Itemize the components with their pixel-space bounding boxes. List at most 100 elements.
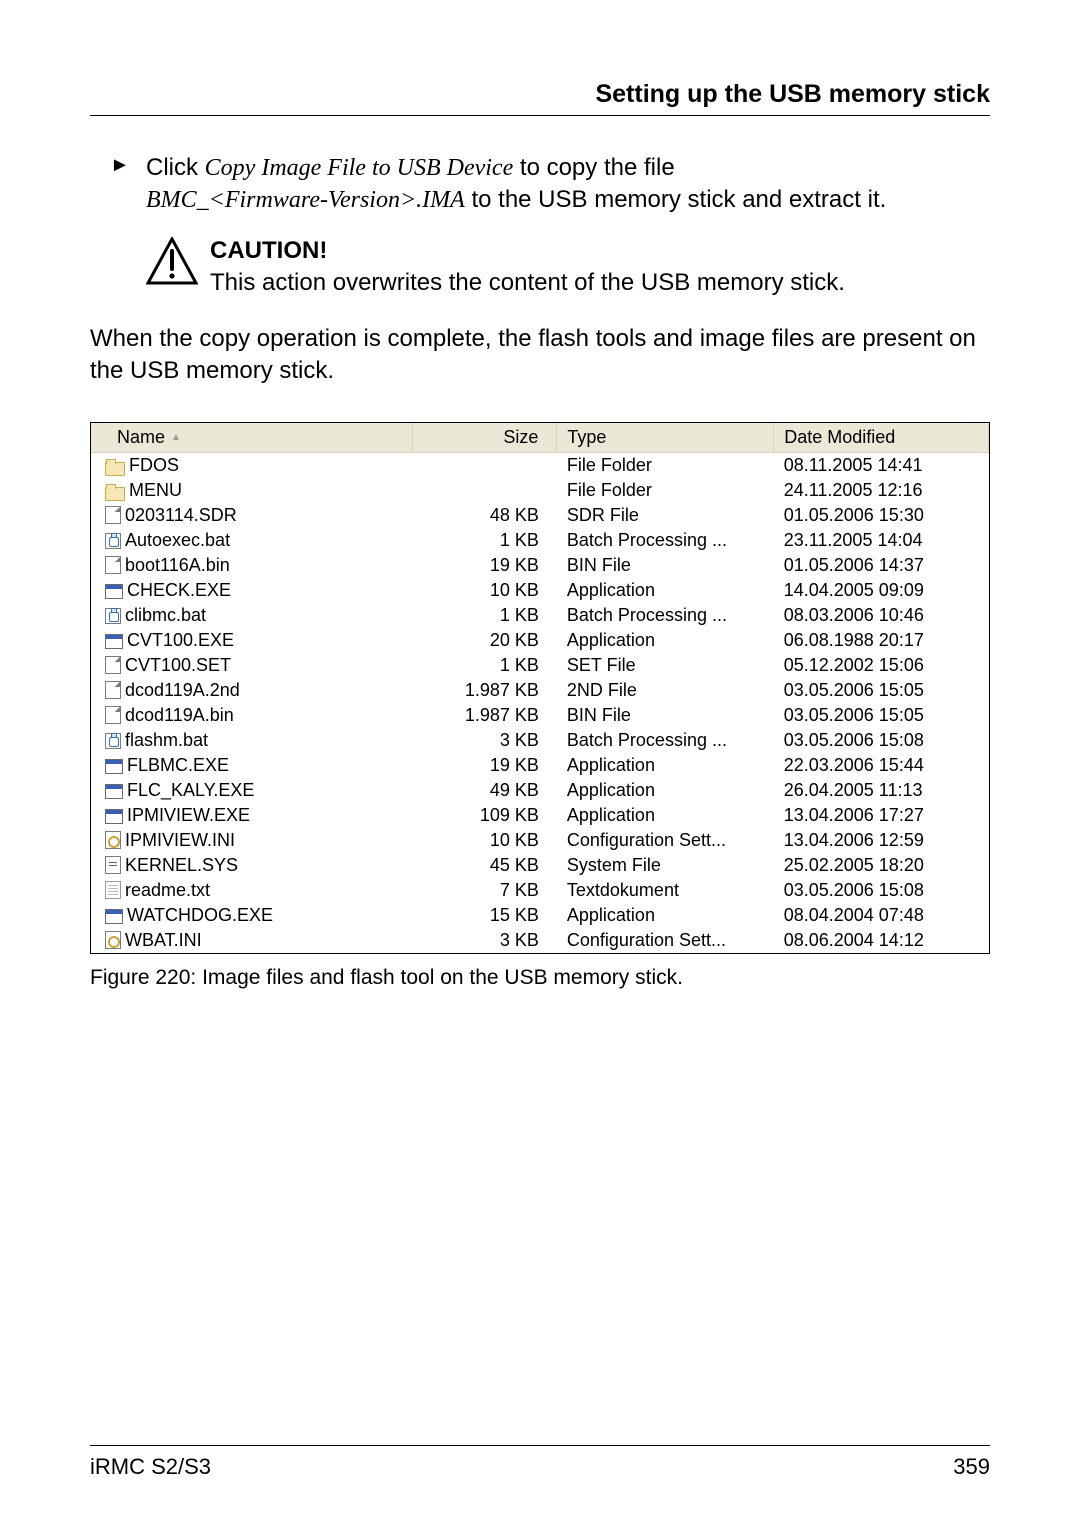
file-date-cell: 01.05.2006 15:30 [774, 503, 989, 528]
sys-icon [105, 856, 121, 874]
table-row[interactable]: boot116A.bin19 KBBIN File01.05.2006 14:3… [91, 553, 989, 578]
table-row[interactable]: FLBMC.EXE 19 KBApplication22.03.2006 15:4… [91, 753, 989, 778]
file-size-cell: 1 KB [413, 603, 557, 628]
file-name-cell[interactable]: 0203114.SDR [91, 503, 413, 528]
file-icon [105, 506, 121, 524]
file-size-cell: 1 KB [413, 528, 557, 553]
file-name-text: IPMIVIEW.INI [125, 830, 235, 850]
table-row[interactable]: CVT100.EXE20 KBApplication06.08.1988 20:… [91, 628, 989, 653]
file-name-cell[interactable]: clibmc.bat [91, 603, 413, 628]
table-row[interactable]: WBAT.INI3 KBConfiguration Sett...08.06.2… [91, 928, 989, 953]
table-row[interactable]: Autoexec.bat1 KBBatch Processing ...23.1… [91, 528, 989, 553]
file-name-text: MENU [129, 480, 182, 500]
file-date-cell: 23.11.2005 14:04 [774, 528, 989, 553]
file-name-cell[interactable]: boot116A.bin [91, 553, 413, 578]
table-row[interactable]: 0203114.SDR48 KBSDR File01.05.2006 15:30 [91, 503, 989, 528]
folder-icon [105, 462, 125, 476]
file-name-text: WBAT.INI [125, 930, 202, 950]
table-row[interactable]: WATCHDOG.EXE15 KBApplication08.04.2004 0… [91, 903, 989, 928]
file-date-cell: 08.06.2004 14:12 [774, 928, 989, 953]
table-row[interactable]: clibmc.bat1 KBBatch Processing ...08.03.… [91, 603, 989, 628]
footer-left: iRMC S2/S3 [90, 1454, 211, 1480]
file-name-cell[interactable]: IPMIVIEW.INI [91, 828, 413, 853]
file-date-cell: 22.03.2006 15:44 [774, 753, 989, 778]
table-row[interactable]: KERNEL.SYS45 KBSystem File25.02.2005 18:… [91, 853, 989, 878]
file-size-cell: 20 KB [413, 628, 557, 653]
file-icon [105, 706, 121, 724]
table-row[interactable]: CVT100.SET 1 KBSET File05.12.2002 15:06 [91, 653, 989, 678]
file-size-cell: 19 KB [413, 753, 557, 778]
file-name-text: IPMIVIEW.EXE [127, 805, 250, 825]
file-table: Name▲ Size Type Date Modified FDOSFile F… [91, 423, 989, 953]
header-rule: Setting up the USB memory stick [90, 80, 990, 116]
table-row[interactable]: MENUFile Folder24.11.2005 12:16 [91, 478, 989, 503]
file-name-cell[interactable]: dcod119A.bin [91, 703, 413, 728]
instruction-text-pre: Click [146, 154, 205, 181]
column-header-size[interactable]: Size [413, 423, 557, 453]
file-size-cell: 45 KB [413, 853, 557, 878]
file-size-cell: 15 KB [413, 903, 557, 928]
file-name-cell[interactable]: CVT100.EXE [91, 628, 413, 653]
file-type-cell: Batch Processing ... [557, 728, 774, 753]
after-caution-text: When the copy operation is complete, the… [90, 323, 990, 388]
file-size-cell: 1.987 KB [413, 678, 557, 703]
file-type-cell: SET File [557, 653, 774, 678]
file-name-cell[interactable]: FLC_KALY.EXE [91, 778, 413, 803]
column-header-date[interactable]: Date Modified [774, 423, 989, 453]
exe-icon [105, 584, 123, 599]
file-name-text: FLC_KALY.EXE [127, 780, 254, 800]
file-name-cell[interactable]: readme.txt [91, 878, 413, 903]
table-row[interactable]: flashm.bat3 KBBatch Processing ...03.05.… [91, 728, 989, 753]
file-name-cell[interactable]: CHECK.EXE [91, 578, 413, 603]
txt-icon [105, 881, 121, 899]
file-name-text: clibmc.bat [125, 605, 206, 625]
file-list-screenshot: Name▲ Size Type Date Modified FDOSFile F… [90, 422, 990, 954]
table-row[interactable]: readme.txt7 KBTextdokument03.05.2006 15:… [91, 878, 989, 903]
column-header-type[interactable]: Type [557, 423, 774, 453]
file-type-cell: Application [557, 753, 774, 778]
file-date-cell: 03.05.2006 15:05 [774, 703, 989, 728]
file-date-cell: 03.05.2006 15:05 [774, 678, 989, 703]
footer-right: 359 [953, 1454, 990, 1480]
table-row[interactable]: IPMIVIEW.EXE109 KBApplication13.04.2006 … [91, 803, 989, 828]
file-size-cell: 48 KB [413, 503, 557, 528]
file-date-cell: 06.08.1988 20:17 [774, 628, 989, 653]
file-name-cell[interactable]: WATCHDOG.EXE [91, 903, 413, 928]
file-name-cell[interactable]: dcod119A.2nd [91, 678, 413, 703]
table-row[interactable]: FLC_KALY.EXE49 KBApplication26.04.2005 1… [91, 778, 989, 803]
file-name-cell[interactable]: CVT100.SET [91, 653, 413, 678]
table-row[interactable]: dcod119A.bin1.987 KBBIN File03.05.2006 1… [91, 703, 989, 728]
file-name-text: 0203114.SDR [125, 505, 237, 525]
file-date-cell: 01.05.2006 14:37 [774, 553, 989, 578]
file-size-cell [413, 478, 557, 503]
table-row[interactable]: IPMIVIEW.INI10 KBConfiguration Sett...13… [91, 828, 989, 853]
file-name-cell[interactable]: KERNEL.SYS [91, 853, 413, 878]
file-size-cell: 10 KB [413, 828, 557, 853]
file-name-text: FLBMC.EXE [127, 755, 229, 775]
file-name-cell[interactable]: flashm.bat [91, 728, 413, 753]
file-type-cell: Configuration Sett... [557, 928, 774, 953]
file-type-cell: Configuration Sett... [557, 828, 774, 853]
file-date-cell: 08.11.2005 14:41 [774, 452, 989, 478]
file-name-cell[interactable]: FLBMC.EXE [91, 753, 413, 778]
file-name-cell[interactable]: FDOS [91, 452, 413, 478]
file-date-cell: 08.04.2004 07:48 [774, 903, 989, 928]
file-name-text: CVT100.SET [125, 655, 231, 675]
file-name-cell[interactable]: Autoexec.bat [91, 528, 413, 553]
table-row[interactable]: CHECK.EXE10 KBApplication14.04.2005 09:0… [91, 578, 989, 603]
column-header-name[interactable]: Name▲ [91, 423, 413, 453]
file-name-cell[interactable]: IPMIVIEW.EXE [91, 803, 413, 828]
file-type-cell: File Folder [557, 478, 774, 503]
file-size-cell: 7 KB [413, 878, 557, 903]
file-type-cell: Batch Processing ... [557, 528, 774, 553]
table-row[interactable]: FDOSFile Folder08.11.2005 14:41 [91, 452, 989, 478]
footer: iRMC S2/S3 359 [90, 1445, 990, 1480]
file-size-cell: 1 KB [413, 653, 557, 678]
file-size-cell [413, 452, 557, 478]
file-name-cell[interactable]: MENU [91, 478, 413, 503]
file-icon [105, 656, 121, 674]
file-name-cell[interactable]: WBAT.INI [91, 928, 413, 953]
table-row[interactable]: dcod119A.2nd1.987 KB2ND File03.05.2006 1… [91, 678, 989, 703]
file-date-cell: 05.12.2002 15:06 [774, 653, 989, 678]
file-date-cell: 25.02.2005 18:20 [774, 853, 989, 878]
